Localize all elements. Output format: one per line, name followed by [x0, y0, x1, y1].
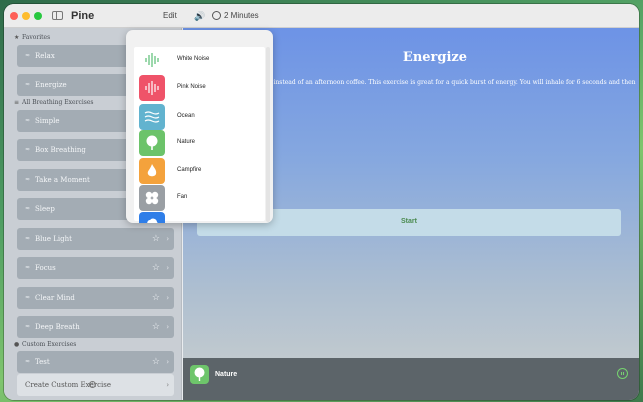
chevron-right-icon: › [166, 264, 169, 272]
zoom-window-button[interactable] [34, 12, 42, 20]
timer-icon[interactable] [212, 11, 221, 20]
chevron-right-icon: › [166, 381, 169, 389]
star-icon[interactable]: ☆ [152, 316, 160, 338]
sidebar-item-blue-light[interactable]: ≈ Blue Light ☆ › [17, 228, 174, 250]
sound-item-white-noise[interactable]: White Noise [139, 47, 261, 73]
exercise-title: Energize [402, 50, 468, 65]
sidebar-item-test[interactable]: ≈ Test ☆ › [17, 351, 174, 373]
sidebar-item-clear-mind[interactable]: ≈ Clear Mind ☆ › [17, 287, 174, 309]
waveform-icon [139, 75, 165, 101]
custom-exercises-header: ● Custom Exercises [14, 341, 77, 348]
wind-icon: ≈ [25, 294, 31, 301]
flame-icon [139, 158, 165, 184]
sidebar-item-deep-breath[interactable]: ≈ Deep Breath ☆ › [17, 316, 174, 338]
waves-icon [139, 104, 165, 130]
pause-icon[interactable] [617, 368, 628, 379]
star-icon[interactable]: ☆ [152, 257, 160, 279]
sound-item-rain[interactable] [139, 212, 261, 223]
star-icon[interactable]: ☆ [152, 351, 160, 373]
sound-picker-popover: White Noise Pink Noise Ocean Nature Camp… [126, 30, 273, 223]
wind-icon: ≈ [25, 358, 31, 365]
close-window-button[interactable] [10, 12, 18, 20]
title-bar: Pine Edit 🔊 2 Minutes [4, 4, 639, 28]
chevron-right-icon: › [166, 358, 169, 366]
minimize-window-button[interactable] [22, 12, 30, 20]
plus-circle-icon: + [89, 381, 96, 388]
exercise-description: ise instead of an afternoon coffee. This… [263, 79, 636, 86]
scrollbar[interactable] [266, 47, 270, 222]
timer-duration[interactable]: 2 Minutes [224, 11, 259, 20]
star-icon: ★ [14, 34, 20, 41]
speaker-icon[interactable]: 🔊 [194, 10, 206, 22]
waveform-icon [139, 47, 165, 73]
now-playing-bar: Nature [183, 358, 639, 400]
wind-icon: ≈ [25, 235, 31, 242]
app-window: Pine Edit 🔊 2 Minutes ★ Favorites ≈ Relax… [4, 4, 639, 400]
sidebar-item-focus[interactable]: ≈ Focus ☆ › [17, 257, 174, 279]
star-icon[interactable]: ☆ [152, 287, 160, 309]
sound-item-campfire[interactable]: Campfire [139, 158, 261, 184]
sound-item-fan[interactable]: Fan [139, 185, 261, 211]
create-custom-exercise-button[interactable]: Create Custom Exercise + › [17, 374, 174, 396]
wind-icon: ≈ [25, 176, 31, 183]
cloud-icon [139, 212, 165, 223]
wind-icon: ≈ [25, 323, 31, 330]
wind-icon: ≈ [25, 146, 31, 153]
sidebar-toggle-icon[interactable] [52, 11, 63, 20]
tree-icon [190, 365, 209, 384]
sound-item-nature[interactable]: Nature [139, 130, 261, 156]
app-title: Pine [71, 10, 95, 22]
chevron-right-icon: › [166, 294, 169, 302]
wind-icon: ≈ [25, 117, 31, 124]
now-playing-sound: Nature [215, 371, 238, 378]
person-icon: ● [14, 341, 20, 348]
fan-icon [139, 185, 165, 211]
all-exercises-header: ≡ All Breathing Exercises [14, 99, 94, 106]
wind-icon: ≈ [25, 52, 31, 59]
tree-icon [139, 130, 165, 156]
wind-icon: ≈ [25, 264, 31, 271]
favorites-header: ★ Favorites [14, 34, 51, 41]
chevron-right-icon: › [166, 323, 169, 331]
star-icon[interactable]: ☆ [152, 228, 160, 250]
chevron-right-icon: › [166, 235, 169, 243]
sound-item-ocean[interactable]: Ocean [139, 104, 261, 130]
edit-button[interactable]: Edit [163, 11, 177, 20]
list-icon: ≡ [14, 99, 20, 106]
sound-item-pink-noise[interactable]: Pink Noise [139, 75, 261, 101]
wind-icon: ≈ [25, 205, 31, 212]
wind-icon: ≈ [25, 81, 31, 88]
